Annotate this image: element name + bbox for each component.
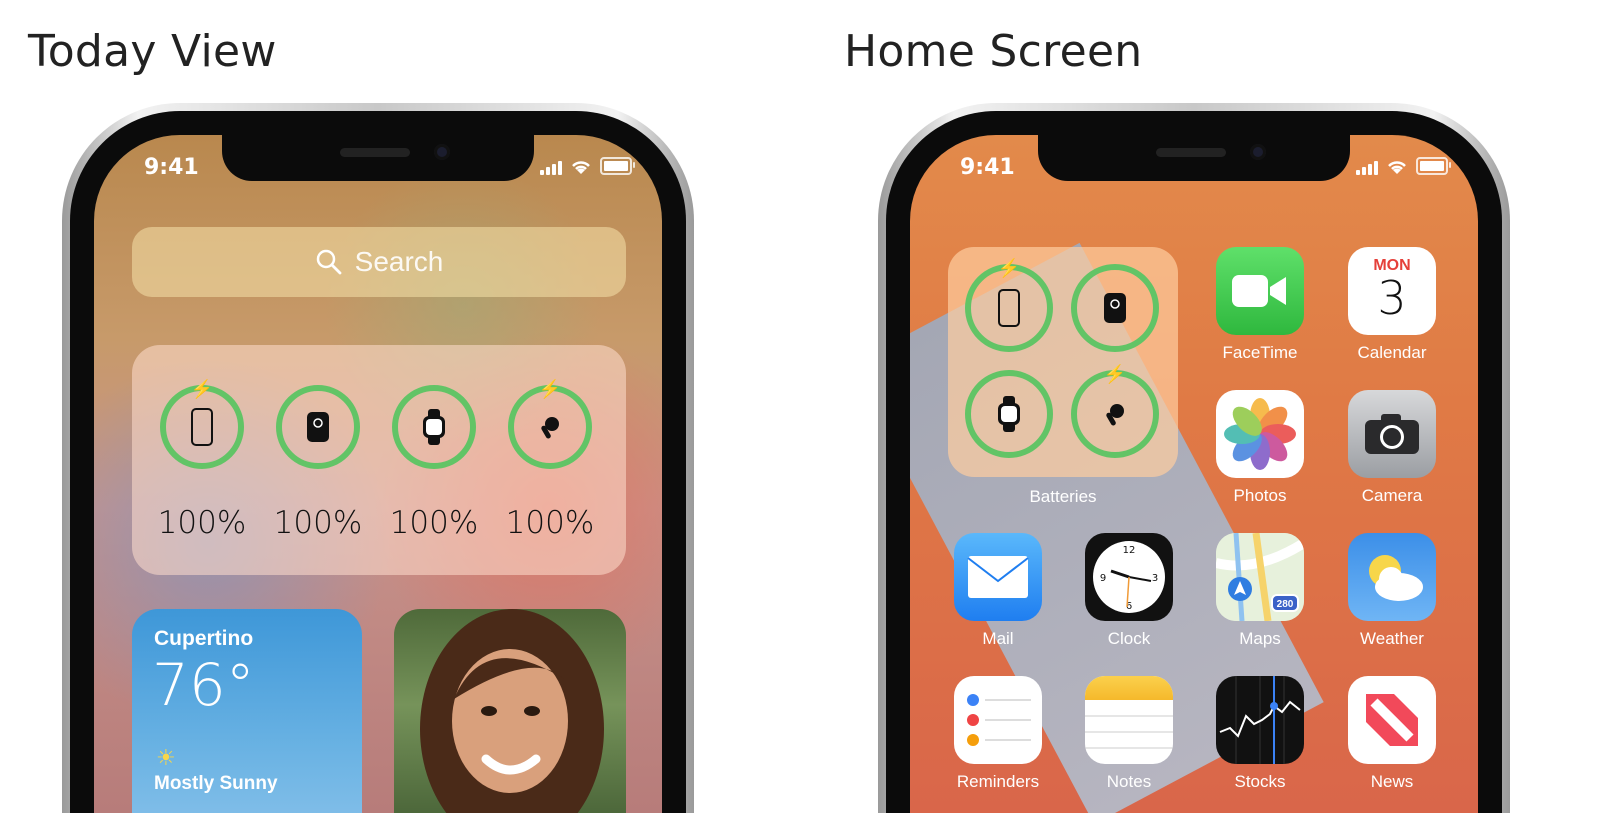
app-calendar[interactable]: MON 3 Calendar — [1348, 247, 1436, 363]
weather-condition: Mostly Sunny — [154, 773, 278, 794]
battery-ring-airpods: ⚡ — [1071, 364, 1159, 458]
facetime-icon — [1216, 247, 1304, 335]
weather-temp: 76° — [152, 651, 255, 719]
today-view-heading: Today View — [28, 26, 277, 77]
notch — [1038, 135, 1350, 181]
charging-icon: ⚡ — [190, 379, 214, 399]
weather-icon — [1348, 533, 1436, 621]
stocks-icon — [1216, 676, 1304, 764]
today-view-screen: 9:41 Search ⚡ ⚡ 100% 100% 100% 100% Cupe… — [94, 135, 662, 813]
app-label: Weather — [1360, 629, 1424, 648]
battery-percent: 100% — [157, 505, 247, 541]
app-label: Camera — [1361, 486, 1423, 505]
batteries-widget[interactable]: ⚡ ⚡ 100% 100% 100% 100% — [132, 345, 626, 575]
search-field[interactable]: Search — [132, 227, 626, 297]
search-icon — [316, 249, 342, 275]
notes-icon — [1085, 676, 1173, 764]
phone-today-view: 9:41 Search ⚡ ⚡ 100% 100% 100% 100% Cupe… — [62, 103, 694, 813]
charging-icon: ⚡ — [1103, 364, 1127, 384]
maps-icon: 280 — [1216, 533, 1304, 621]
app-label: Reminders — [956, 772, 1040, 791]
batteries-label: Batteries — [1029, 487, 1097, 506]
watch-icon — [423, 409, 445, 445]
app-camera[interactable]: Camera — [1348, 390, 1436, 506]
photos-icon — [1216, 390, 1304, 478]
app-label: Calendar — [1357, 343, 1427, 362]
app-label: News — [1370, 772, 1414, 791]
batteries-widget-small[interactable]: ⚡ ⚡ — [948, 247, 1178, 477]
battery-ring-iphone: ⚡ — [965, 258, 1053, 352]
battery-percent: 100% — [389, 505, 479, 541]
app-reminders[interactable]: Reminders — [954, 676, 1042, 792]
battery-icon — [600, 157, 635, 175]
battery-ring-magsafe — [1071, 264, 1159, 352]
mail-icon — [954, 533, 1042, 621]
status-time: 9:41 — [960, 155, 1015, 180]
camera-icon — [1348, 390, 1436, 478]
status-time: 9:41 — [144, 155, 199, 180]
battery-ring-watch — [392, 385, 476, 469]
charging-icon: ⚡ — [997, 258, 1021, 278]
weather-widget[interactable]: Cupertino 76° ☀ Mostly Sunny — [132, 609, 362, 813]
app-label: Stocks — [1234, 772, 1286, 791]
app-label: Mail — [982, 629, 1014, 648]
phone-home-screen: 9:41 ⚡ ⚡ Batteries FaceTime MON 3 Calend… — [878, 103, 1510, 813]
svg-text:3: 3 — [1152, 573, 1158, 584]
wifi-icon — [1388, 161, 1406, 174]
charging-icon: ⚡ — [538, 379, 562, 399]
sun-icon: ☀ — [156, 745, 176, 770]
svg-text:9: 9 — [1100, 573, 1106, 584]
status-icons — [1356, 157, 1451, 175]
portrait-photo — [420, 609, 604, 813]
signal-icon — [1356, 161, 1378, 175]
battery-percent: 100% — [505, 505, 595, 541]
app-mail[interactable]: Mail — [954, 533, 1042, 649]
app-label: FaceTime — [1222, 343, 1298, 362]
home-screen: 9:41 ⚡ ⚡ Batteries FaceTime MON 3 Calend… — [910, 135, 1478, 813]
battery-ring-watch — [965, 370, 1053, 458]
calendar-icon: MON 3 — [1348, 247, 1436, 335]
status-icons — [540, 157, 635, 175]
airpods-icon — [541, 417, 559, 439]
reminders-icon — [954, 676, 1042, 764]
battery-ring-magsafe — [276, 385, 360, 469]
app-maps[interactable]: 280 Maps — [1216, 533, 1304, 649]
watch-icon — [998, 396, 1020, 432]
battery-ring-airpods: ⚡ — [508, 379, 592, 469]
app-news[interactable]: News — [1348, 676, 1436, 792]
app-clock[interactable]: 12 3 6 9 Clock — [1085, 533, 1173, 649]
iphone-icon — [998, 289, 1020, 327]
airpods-icon — [1106, 404, 1124, 426]
app-label: Notes — [1106, 772, 1152, 791]
app-label: Clock — [1107, 629, 1151, 648]
home-screen-heading: Home Screen — [844, 26, 1143, 77]
app-label: Maps — [1239, 629, 1281, 648]
svg-text:12: 12 — [1123, 545, 1136, 556]
app-facetime[interactable]: FaceTime — [1216, 247, 1304, 363]
search-placeholder: Search — [354, 246, 444, 277]
battery-percent: 100% — [273, 505, 363, 541]
notch — [222, 135, 534, 181]
battery-ring-iphone: ⚡ — [160, 379, 244, 469]
magsafe-battery-icon — [307, 412, 329, 442]
app-notes[interactable]: Notes — [1085, 676, 1173, 792]
magsafe-battery-icon — [1104, 293, 1126, 323]
battery-icon — [1416, 157, 1451, 175]
signal-icon — [540, 161, 562, 175]
news-icon — [1348, 676, 1436, 764]
iphone-icon — [191, 408, 213, 446]
photos-widget[interactable] — [394, 609, 626, 813]
app-photos[interactable]: Photos — [1216, 390, 1304, 506]
app-stocks[interactable]: Stocks — [1216, 676, 1304, 792]
weather-city: Cupertino — [154, 627, 254, 650]
svg-text:280: 280 — [1277, 599, 1294, 610]
wifi-icon — [572, 161, 590, 174]
clock-icon: 12 3 6 9 — [1085, 533, 1173, 621]
app-label: Photos — [1233, 486, 1287, 505]
app-weather[interactable]: Weather — [1348, 533, 1436, 649]
